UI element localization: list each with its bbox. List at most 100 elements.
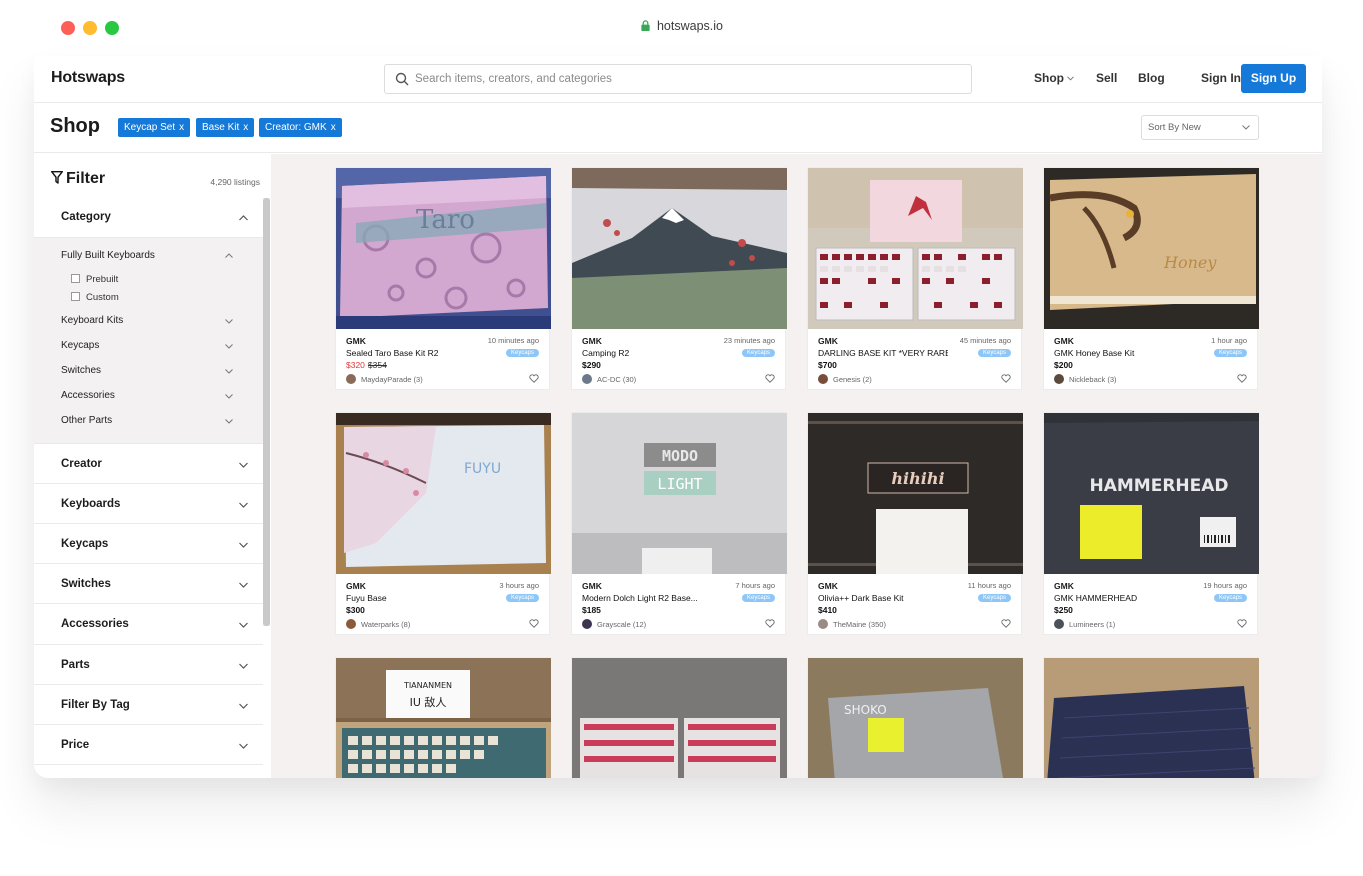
heart-icon[interactable] — [1001, 374, 1011, 383]
seller-name: Waterparks (8) — [361, 620, 411, 629]
listing-title[interactable]: Olivia++ Dark Base Kit — [818, 593, 948, 603]
section-switches[interactable]: Switches — [34, 564, 263, 604]
logo[interactable]: Hotswaps — [51, 69, 125, 87]
category-section-header[interactable]: Category — [34, 198, 263, 238]
listing-card[interactable]: TIANANMEN IU 敌人 — [335, 657, 551, 778]
filter-chip-keycap-set[interactable]: Keycap Set x — [118, 118, 191, 137]
chip-close-icon[interactable]: x — [179, 122, 184, 133]
listing-card[interactable]: MODO LIGHT GMK 7 hours ago Modern Dolch … — [571, 412, 787, 635]
section-price[interactable]: Price — [34, 725, 263, 765]
listing-price: $200 — [1054, 360, 1073, 370]
listing-card[interactable]: HAMMERHEAD GMK 19 hours ago GMK HAMMERHE… — [1043, 412, 1259, 635]
seller[interactable]: TheMaine (350) — [818, 619, 886, 629]
listing-card[interactable] — [571, 657, 787, 778]
heart-icon[interactable] — [1001, 619, 1011, 628]
search-box[interactable] — [384, 64, 972, 94]
checkbox-prebuilt[interactable]: Prebuilt — [71, 274, 118, 285]
listing-card[interactable]: SHOKO — [807, 657, 1023, 778]
listing-title[interactable]: DARLING BASE KIT *VERY RARE* — [818, 348, 948, 358]
section-parts[interactable]: Parts — [34, 645, 263, 685]
category-fully-built-keyboards[interactable]: Fully Built Keyboards — [61, 250, 155, 261]
nav-sign-in[interactable]: Sign In — [1201, 71, 1241, 85]
listing-title[interactable]: Fuyu Base — [346, 593, 476, 603]
listing-title[interactable]: GMK Honey Base Kit — [1054, 348, 1184, 358]
nav-blog[interactable]: Blog — [1138, 71, 1165, 85]
section-title: Keyboards — [61, 498, 121, 510]
seller[interactable]: AC-DC (30) — [582, 374, 636, 384]
chevron-down-icon[interactable] — [225, 394, 233, 399]
category-accessories[interactable]: Accessories — [61, 390, 115, 401]
seller-name: AC-DC (30) — [597, 375, 637, 384]
section-keyboards[interactable]: Keyboards — [34, 484, 263, 524]
heart-icon[interactable] — [765, 374, 775, 383]
heart-icon[interactable] — [765, 619, 775, 628]
chevron-down-icon[interactable] — [239, 703, 248, 709]
listing-card[interactable]: GMK 45 minutes ago DARLING BASE KIT *VER… — [807, 167, 1023, 390]
checkbox-box[interactable] — [71, 274, 80, 283]
seller[interactable]: MaydayParade (3) — [346, 374, 423, 384]
chevron-down-icon[interactable] — [225, 319, 233, 324]
category-switches[interactable]: Switches — [61, 365, 101, 376]
category-keyboard-kits[interactable]: Keyboard Kits — [61, 315, 123, 326]
filter-chip-base-kit[interactable]: Base Kit x — [196, 118, 255, 137]
seller[interactable]: Nickleback (3) — [1054, 374, 1117, 384]
chevron-down-icon[interactable] — [225, 344, 233, 349]
chip-label: Creator: GMK — [265, 122, 327, 133]
listing-card[interactable]: Honey GMK 1 hour ago GMK Honey Base Kit … — [1043, 167, 1259, 390]
search-input[interactable] — [415, 70, 955, 88]
chevron-up-icon[interactable] — [225, 253, 233, 258]
section-title: Category — [61, 211, 111, 223]
checkbox-custom[interactable]: Custom — [71, 292, 119, 303]
chevron-down-icon[interactable] — [225, 419, 233, 424]
chevron-up-icon[interactable] — [239, 215, 248, 221]
address-bar[interactable]: hotswaps.io — [0, 19, 1363, 33]
listing-card[interactable]: GMK 23 minutes ago Camping R2 Keycaps $2… — [571, 167, 787, 390]
seller[interactable]: Lumineers (1) — [1054, 619, 1115, 629]
chevron-down-icon[interactable] — [225, 369, 233, 374]
section-creator[interactable]: Creator — [34, 443, 263, 484]
chevron-down-icon[interactable] — [239, 582, 248, 588]
seller[interactable]: Grayscale (12) — [582, 619, 646, 629]
heart-icon[interactable] — [529, 374, 539, 383]
top-navbar: Hotswaps Shop Sell Blog Sign In Sign Up — [34, 56, 1322, 103]
heart-icon[interactable] — [1237, 374, 1247, 383]
filter-sidebar: Filter 4,290 listings Category Fully Bui… — [34, 154, 271, 778]
chip-close-icon[interactable]: x — [331, 122, 336, 133]
chevron-down-icon[interactable] — [239, 743, 248, 749]
section-keycaps[interactable]: Keycaps — [34, 524, 263, 564]
checkbox-box[interactable] — [71, 292, 80, 301]
category-options: Fully Built Keyboards Prebuilt Custom Ke… — [34, 238, 263, 443]
seller[interactable]: Waterparks (8) — [346, 619, 410, 629]
filter-chip-creator-gmk[interactable]: Creator: GMK x — [259, 118, 342, 137]
sign-up-button[interactable]: Sign Up — [1241, 64, 1306, 93]
heart-icon[interactable] — [1237, 619, 1247, 628]
category-keycaps[interactable]: Keycaps — [61, 340, 99, 351]
category-tag: Keycaps — [505, 349, 539, 357]
section-accessories[interactable]: Accessories — [34, 604, 263, 645]
page-title: Shop — [50, 115, 100, 137]
listing-card[interactable]: Taro GMK 10 minutes ago Sealed Taro Base… — [335, 167, 551, 390]
chevron-down-icon[interactable] — [239, 502, 248, 508]
listing-title[interactable]: Sealed Taro Base Kit R2 — [346, 348, 476, 358]
chevron-down-icon[interactable] — [239, 622, 248, 628]
scrollbar-thumb[interactable] — [263, 198, 270, 626]
chip-close-icon[interactable]: x — [243, 122, 248, 133]
sort-select[interactable]: Sort By New — [1141, 115, 1259, 140]
chevron-down-icon[interactable] — [239, 462, 248, 468]
nav-sell[interactable]: Sell — [1096, 71, 1117, 85]
listing-title[interactable]: Camping R2 — [582, 348, 712, 358]
chevron-down-icon[interactable] — [239, 542, 248, 548]
seller[interactable]: Genesis (2) — [818, 374, 872, 384]
listing-title[interactable]: GMK HAMMERHEAD — [1054, 593, 1184, 603]
section-filter-by-tag[interactable]: Filter By Tag — [34, 685, 263, 725]
category-other-parts[interactable]: Other Parts — [61, 415, 112, 426]
listing-title[interactable]: Modern Dolch Light R2 Base... — [582, 593, 712, 603]
heart-icon[interactable] — [529, 619, 539, 628]
listing-time: 11 hours ago — [967, 581, 1011, 590]
seller-name: TheMaine (350) — [833, 620, 886, 629]
listing-card[interactable]: FUYU GMK 3 hours ago Fuyu Base Keycaps $… — [335, 412, 551, 635]
listing-card[interactable]: hihihi GMK 11 hours ago Olivia++ Dark Ba… — [807, 412, 1023, 635]
listing-card[interactable] — [1043, 657, 1259, 778]
nav-shop[interactable]: Shop — [1034, 71, 1074, 85]
chevron-down-icon[interactable] — [239, 663, 248, 669]
